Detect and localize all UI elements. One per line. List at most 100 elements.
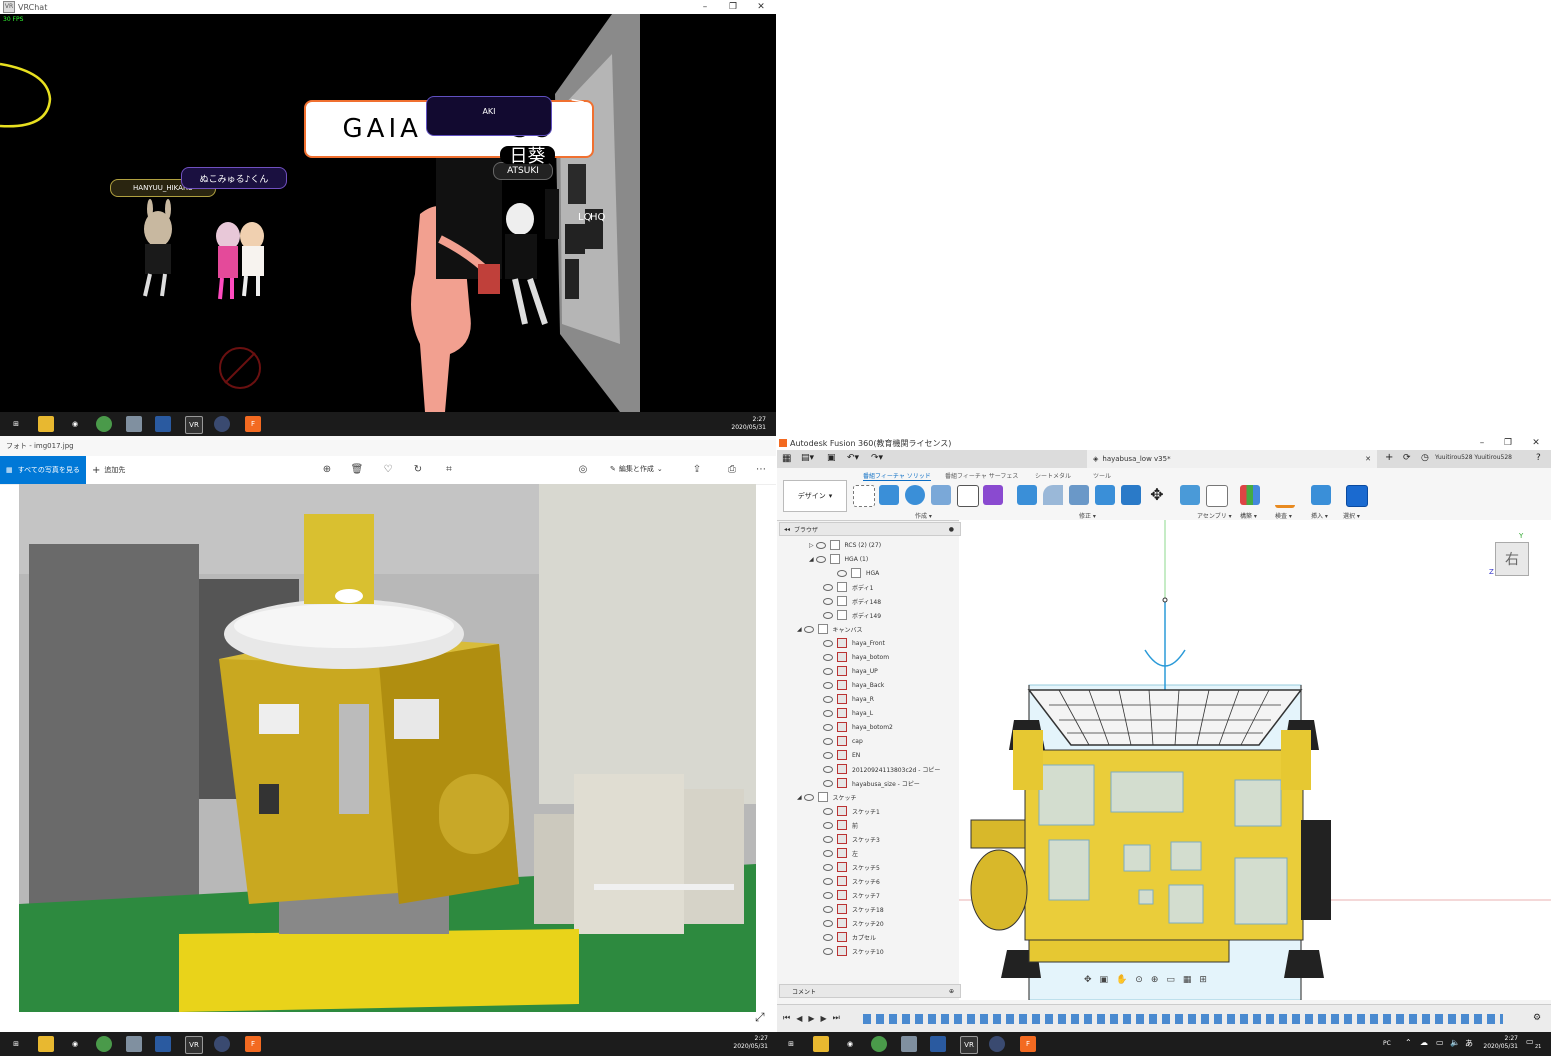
new-tab-icon[interactable]: +: [1385, 452, 1393, 463]
go-to-start-icon[interactable]: ⏮: [783, 1013, 790, 1023]
zoom-window-icon[interactable]: ⊕: [1151, 975, 1159, 985]
photos-app-icon-2[interactable]: ◉: [842, 1036, 858, 1052]
all-photos-button[interactable]: ▦ すべての写真を見る: [0, 456, 86, 484]
document-tab[interactable]: ◈ hayabusa_low v35* ✕: [1087, 450, 1377, 468]
form-icon[interactable]: [983, 485, 1003, 505]
fusion-titlebar[interactable]: Autodesk Fusion 360(教育機関ライセンス) – ❐ ✕: [777, 436, 1551, 450]
timeline-features[interactable]: [863, 1014, 1503, 1024]
eye-icon[interactable]: [823, 765, 833, 773]
photos-app-icon[interactable]: ◉: [67, 416, 83, 432]
fillet-icon[interactable]: [1043, 485, 1063, 505]
group-create-label[interactable]: 作成 ▾: [915, 511, 932, 520]
eye-icon[interactable]: [823, 947, 833, 955]
insert-image-icon[interactable]: [1311, 485, 1331, 505]
fusion-taskbar-icon[interactable]: F: [245, 416, 261, 432]
browser-row[interactable]: haya_botom2: [779, 720, 1003, 734]
eye-icon[interactable]: [823, 639, 833, 647]
browser-row[interactable]: ボディ148: [779, 594, 1003, 608]
eye-icon[interactable]: [803, 793, 814, 801]
eye-icon[interactable]: [823, 835, 833, 843]
pan-icon[interactable]: ✋: [1116, 975, 1127, 985]
eye-icon[interactable]: [823, 877, 833, 885]
step-back-icon[interactable]: ◀: [796, 1014, 802, 1023]
expand-icon[interactable]: ▷: [809, 542, 816, 549]
eye-icon[interactable]: [823, 807, 833, 815]
view-cube[interactable]: 右: [1495, 542, 1529, 576]
tab-close-icon[interactable]: ✕: [1365, 455, 1371, 463]
select-icon[interactable]: [1346, 485, 1368, 507]
group-construct-label[interactable]: 構築 ▾: [1240, 511, 1257, 520]
volume-icon[interactable]: 🔈: [1450, 1038, 1460, 1047]
ime-icon[interactable]: あ: [1465, 1038, 1473, 1049]
eye-icon[interactable]: [823, 849, 833, 857]
crop-icon[interactable]: ⌗: [442, 464, 456, 475]
fusion-taskbar-icon[interactable]: F: [245, 1036, 261, 1052]
maximize-icon[interactable]: ❐: [720, 0, 746, 14]
app-icon-6-2[interactable]: [930, 1036, 946, 1052]
play-icon[interactable]: ▶: [808, 1014, 814, 1023]
delete-icon[interactable]: 🗑: [350, 464, 364, 475]
more-icon[interactable]: ⋯: [754, 464, 768, 475]
browser-row[interactable]: ボディ149: [779, 608, 1003, 622]
browser-row[interactable]: haya_Back: [779, 678, 1003, 692]
eye-icon[interactable]: [823, 779, 833, 787]
browser-row[interactable]: haya_Front: [779, 636, 1003, 650]
browser-header[interactable]: ◂◂ ブラウザ ●: [779, 522, 961, 536]
eye-icon[interactable]: [815, 555, 826, 563]
browser-row[interactable]: haya_botom: [779, 650, 1003, 664]
zoom-fit-icon[interactable]: ⊙: [1135, 975, 1143, 985]
steam-icon[interactable]: [214, 416, 230, 432]
eye-icon[interactable]: [823, 681, 833, 689]
eye-icon[interactable]: [823, 737, 833, 745]
browser-row[interactable]: スケッチ5: [779, 860, 1003, 874]
chrome-icon-2[interactable]: [871, 1036, 887, 1052]
group-modify-label[interactable]: 修正 ▾: [1079, 511, 1096, 520]
fusion-taskbar-icon-2[interactable]: F: [1020, 1036, 1036, 1052]
fusion-minimize-icon[interactable]: –: [1469, 436, 1495, 450]
browser-row[interactable]: ◢ スケッチ: [779, 790, 977, 804]
close-icon[interactable]: ✕: [748, 0, 774, 14]
display-settings-icon[interactable]: ▭: [1166, 975, 1175, 985]
joint-icon[interactable]: [1206, 485, 1228, 507]
extrude-icon[interactable]: [879, 485, 899, 505]
browser-row[interactable]: cap: [779, 734, 1003, 748]
extensions-icon[interactable]: ◷: [1421, 453, 1429, 463]
data-panel-icon[interactable]: ▦: [782, 453, 791, 464]
viewports-icon[interactable]: ⊞: [1199, 975, 1207, 985]
undo-icon[interactable]: ↶▾: [847, 453, 859, 463]
comment-pin-icon[interactable]: ⊕: [949, 988, 954, 995]
browser-row[interactable]: ◢ キャンバス: [779, 622, 977, 636]
revolve-icon[interactable]: [905, 485, 925, 505]
tray-up-icon[interactable]: ⌃: [1405, 1038, 1412, 1047]
browser-row[interactable]: スケッチ1: [779, 804, 1003, 818]
collapse-icon[interactable]: ◂◂: [784, 526, 790, 533]
eye-icon[interactable]: [823, 723, 833, 731]
vrchat-taskbar-icon-2[interactable]: VR: [960, 1036, 978, 1054]
orbit-icon[interactable]: ✥: [1084, 975, 1092, 985]
vrchat-window[interactable]: VR VRChat – ❐ ✕ 30 FPS GAIA AKI ATSUKI 日…: [0, 0, 776, 436]
workspace-switcher[interactable]: デザイン ▾: [783, 480, 847, 512]
chrome-icon[interactable]: [96, 416, 112, 432]
app-icon-6[interactable]: [155, 416, 171, 432]
model-viewport[interactable]: 右 Y Z ✥ ▣ ✋ ⊙ ⊕ ▭ ▦ ⊞: [959, 520, 1551, 1001]
vrchat-taskbar-icon[interactable]: VR: [185, 416, 203, 434]
browser-row[interactable]: スケッチ20: [779, 916, 1003, 930]
notification-icon[interactable]: ▭: [1526, 1037, 1534, 1046]
photos-titlebar[interactable]: フォト - img017.jpg: [0, 436, 776, 456]
tab-solid[interactable]: 番組フィーチャ ソリッド: [863, 471, 931, 481]
eye-icon[interactable]: [823, 611, 833, 619]
vrchat-taskbar-icon[interactable]: VR: [185, 1036, 203, 1054]
eye-icon[interactable]: [823, 709, 833, 717]
file-explorer-icon[interactable]: [38, 416, 54, 432]
look-at-icon[interactable]: ▣: [1100, 975, 1109, 985]
expand-icon[interactable]: ◢: [797, 626, 804, 633]
zoom-icon[interactable]: ⊕: [320, 464, 334, 475]
move-icon[interactable]: ✥: [1147, 485, 1167, 505]
step-forward-icon[interactable]: ▶: [821, 1014, 827, 1023]
help-icon[interactable]: ?: [1536, 453, 1541, 463]
construct-icon[interactable]: [1240, 485, 1260, 505]
group-inspect-label[interactable]: 検査 ▾: [1275, 511, 1292, 520]
redo-icon[interactable]: ↷▾: [871, 453, 883, 463]
fusion-close-icon[interactable]: ✕: [1523, 436, 1549, 450]
create-sketch-icon[interactable]: [853, 485, 875, 507]
